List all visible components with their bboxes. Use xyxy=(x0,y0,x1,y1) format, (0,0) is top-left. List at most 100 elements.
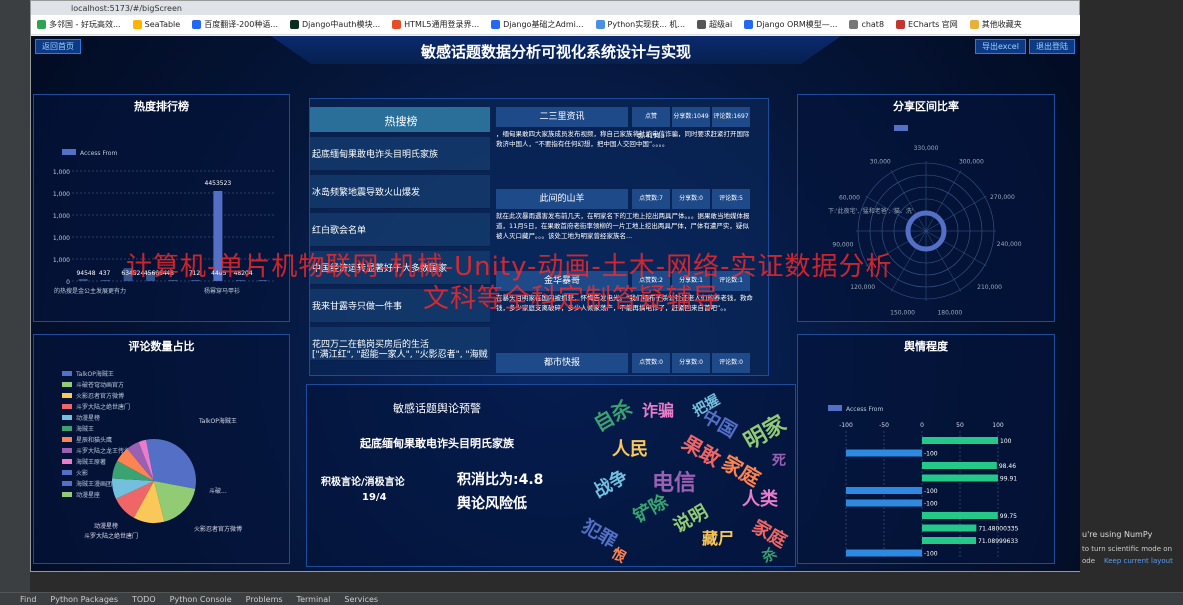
ratio-result: 积消比为:4.8 xyxy=(457,472,544,488)
bookmark-item[interactable]: Django中auth模块... xyxy=(290,19,380,30)
bookmark-icon xyxy=(896,20,906,29)
back-home-button[interactable]: 返回首页 xyxy=(35,39,81,54)
news-source[interactable]: 都市快报 xyxy=(496,353,628,373)
sentiment-bar xyxy=(922,524,977,532)
news-source[interactable]: 此间的山羊 xyxy=(496,189,628,209)
hot-search-item[interactable]: 起底缅甸果敢电诈头目明氏家族 xyxy=(310,137,490,171)
news-stat: 分享数:0 xyxy=(672,353,710,373)
bookmark-item[interactable]: 其他收藏夹 xyxy=(969,19,1022,30)
pie-label: 斗破... xyxy=(209,487,227,495)
bookmark-icon xyxy=(744,20,754,29)
ide-tool-tab[interactable]: Find xyxy=(20,595,36,604)
bookmark-label: Django中auth模块... xyxy=(302,20,381,29)
bookmark-item[interactable]: Python实现获... 机... xyxy=(595,19,686,30)
risk-level: 舆论风险低 xyxy=(457,496,527,512)
ide-tool-tab[interactable]: Terminal xyxy=(297,595,331,604)
bookmark-label: SeaTable xyxy=(144,20,181,29)
ide-tool-tab[interactable]: TODO xyxy=(132,595,156,604)
x-tick-label: 100 xyxy=(992,422,1004,429)
sentiment-value-label: 99.91 xyxy=(1000,476,1017,483)
legend-swatch xyxy=(62,149,76,155)
word-cloud-word: 战争 xyxy=(589,466,632,503)
legend-label: 斗破苍穹动画官方 xyxy=(76,381,124,389)
legend-swatch xyxy=(62,393,72,398)
logout-button[interactable]: 退出登陆 xyxy=(1029,39,1075,54)
sentiment-bar xyxy=(846,487,922,494)
legend-label: 动漫星座 xyxy=(76,491,100,499)
legend-label: 海贼王漫画团 xyxy=(76,480,112,488)
legend-label: TalkOP海贼王 xyxy=(75,370,114,378)
keep-layout-link[interactable]: Keep current layout xyxy=(1104,557,1173,565)
legend-swatch xyxy=(828,405,842,411)
bookmark-item[interactable]: 百度翻译-200种语... xyxy=(192,19,278,30)
polar-tick-label: 300,000 xyxy=(959,158,984,165)
legend-label: 斗罗大陆之绝世唐门 xyxy=(76,403,130,411)
sentiment-bar xyxy=(922,537,977,544)
sentiment-bar xyxy=(922,462,997,469)
ide-tool-tab[interactable]: Services xyxy=(344,595,378,604)
comment-ratio-title: 评论数量占比 xyxy=(128,340,195,353)
polar-tick-label: 270,000 xyxy=(990,194,1015,201)
bookmark-item[interactable]: Django ORM模型—... xyxy=(744,19,837,30)
bookmark-label: 超级ai xyxy=(709,20,733,29)
hot-search-item[interactable]: 冰岛频繁地震导致火山爆发 xyxy=(310,175,490,209)
x-axis-label: 的热搜是金公主发展更有力 xyxy=(54,287,126,295)
share-ratio-panel: 分享区间比率 330,000 300,000 270,000 240,000 210,0… xyxy=(797,94,1055,322)
y-tick-label: 1,000 xyxy=(53,257,70,264)
bookmark-item[interactable]: 超级ai xyxy=(697,19,732,30)
y-tick-label: 1,000 xyxy=(53,169,70,176)
url-text[interactable]: localhost:5173/#/bigScreen xyxy=(71,4,182,13)
export-excel-button[interactable]: 导出excel xyxy=(975,39,1026,54)
pie-slice xyxy=(154,439,196,489)
comment-ratio-panel: 评论数量占比 TalkOP海贼王 斗破苍穹动画官方 火影忍者官方微博 斗罗大陆之绝世唐… xyxy=(33,334,290,564)
bookmark-item[interactable]: 多邻国 - 好玩高效... xyxy=(37,19,121,30)
legend-label: Access From xyxy=(80,150,117,157)
news-source[interactable]: 二三里资讯 xyxy=(496,107,628,127)
y-tick-label: 0 xyxy=(66,279,70,286)
legend-label: 星辰和猫头鹰 xyxy=(76,436,112,444)
bookmark-item[interactable]: SeaTable xyxy=(132,20,181,29)
x-tick-label: -100 xyxy=(839,422,853,429)
pie-label: 火影忍者官方微博 xyxy=(194,525,242,533)
bookmark-label: Python实现获... 机... xyxy=(607,20,686,29)
polar-tick-label: 210,000 xyxy=(977,284,1002,291)
word-cloud-word: 人类 xyxy=(742,489,778,510)
bookmark-item[interactable]: chat8 xyxy=(849,20,884,29)
bookmark-item[interactable]: HTML5通用登录界... xyxy=(392,19,479,30)
ide-tool-tab[interactable]: Python Packages xyxy=(50,595,118,604)
bookmark-label: Django基础之Admi... xyxy=(503,20,584,29)
dashboard: 敏感话题数据分析可视化系统设计与实现 返回首页 导出excel 退出登陆 热度排… xyxy=(31,36,1081,571)
ide-tool-tab[interactable]: Python Console xyxy=(170,595,232,604)
news-stat: 评论数:0 xyxy=(712,353,750,373)
polar-tick-label: 150,000 xyxy=(890,310,915,317)
legend-swatch xyxy=(62,415,72,420)
sentiment-value-label: 71.08999633 xyxy=(978,538,1018,545)
legend-swatch xyxy=(62,382,72,387)
polar-tick-label: 120,000 xyxy=(850,284,875,291)
bookmark-icon xyxy=(290,20,299,29)
hot-search-item[interactable]: 红白歌会名单 xyxy=(310,213,490,247)
sentiment-panel: 舆情程度 Access From -100 -50 0 50 100 100 -100 98.4… xyxy=(797,334,1055,564)
bar-value-label: 4453523 xyxy=(205,180,232,187)
bookmark-icon xyxy=(192,20,202,29)
word-cloud-word: 自杀 xyxy=(589,395,637,437)
warning-topic: 起底缅甸果敢电诈头目明氏家族 xyxy=(360,437,514,450)
sentiment-bar xyxy=(922,512,998,519)
legend-swatch xyxy=(62,481,72,486)
x-tick-label: 50 xyxy=(956,422,964,429)
heat-rank-chart: Access From 1,000 1,000 1,000 1,000 1,000 0 445… xyxy=(53,149,274,295)
ide-mode-text: ode xyxy=(1082,557,1096,565)
sentiment-chart: Access From -100 -50 0 50 100 100 -100 98.46 99.9… xyxy=(828,405,1019,558)
bookmark-item[interactable]: ECharts 官网 xyxy=(896,19,958,30)
bookmark-label: Django ORM模型—... xyxy=(756,20,838,29)
sentiment-bar xyxy=(922,474,998,482)
polar-tick-label: 240,000 xyxy=(997,241,1022,248)
bookmark-item[interactable]: Django基础之Admi... xyxy=(491,19,584,30)
sentiment-value-label: 100 xyxy=(1000,438,1012,445)
address-bar[interactable]: localhost:5173/#/bigScreen xyxy=(31,1,1079,15)
ide-tool-tab[interactable]: Problems xyxy=(246,595,283,604)
pie-label: 斗罗大陆之绝世唐门 xyxy=(84,532,138,540)
polar-legend-text: 下:'此夜宅', '猛和老爸', '猫、洗' xyxy=(828,207,914,215)
x-tick-label: -50 xyxy=(879,422,889,429)
watermark-line2: 文科等全科定制答疑辅导 xyxy=(423,284,721,314)
